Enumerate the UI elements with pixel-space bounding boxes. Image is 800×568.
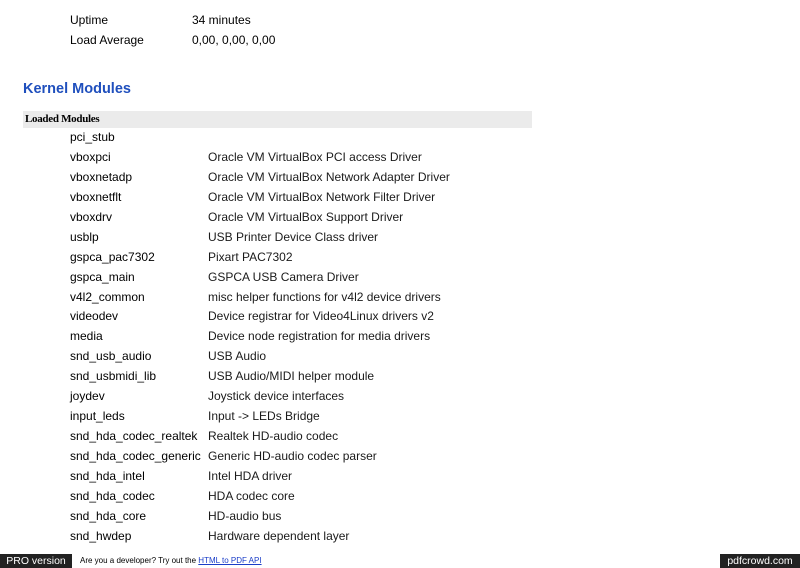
module-name: vboxnetadp [70, 169, 133, 184]
pdfcrowd-brand-badge[interactable]: pdfcrowd.com [720, 554, 800, 568]
module-row: input_leds Input -> LEDs Bridge [70, 407, 450, 427]
module-description: GSPCA USB Camera Driver [208, 269, 359, 284]
module-name: snd_hda_core [70, 508, 147, 523]
uptime-label: Uptime [70, 13, 109, 27]
modules-list: pci_stubvboxpci Oracle VM VirtualBox PCI … [70, 128, 450, 547]
module-row: snd_hda_intel Intel HDA driver [70, 467, 450, 487]
module-description: Hardware dependent layer [208, 528, 350, 543]
module-row: snd_hwdep Hardware dependent layer [70, 527, 450, 547]
module-row: snd_hda_codec_realtek Realtek HD-audio co… [70, 427, 450, 447]
html-to-pdf-api-link[interactable]: HTML to PDF API [198, 556, 261, 565]
module-name: snd_hda_codec_realtek [70, 429, 198, 444]
module-name: vboxdrv [70, 209, 113, 224]
module-name: snd_hda_codec_generic [70, 449, 201, 463]
module-description: Device node registration for media drive… [208, 329, 431, 344]
module-name: gspca_pac7302 [70, 249, 155, 264]
module-description: Joystick device interfaces [208, 389, 345, 404]
module-description: Realtek HD-audio codec [208, 429, 339, 444]
module-name: snd_hda_intel [70, 468, 145, 483]
module-row: snd_usbmidi_lib USB Audio/MIDI helper mod… [70, 367, 450, 387]
module-row: vboxpci Oracle VM VirtualBox PCI access D… [70, 148, 450, 168]
promo-text: Are you a developer? Try out the HTML to… [80, 554, 262, 568]
module-name: snd_usbmidi_lib [70, 369, 157, 384]
module-description: HD-audio bus [208, 508, 282, 523]
load-average-value: 0,00, 0,00, 0,00 [192, 33, 276, 47]
module-name: videodev [70, 309, 119, 324]
document-page: Uptime 34 minutes Load Average 0,00, 0,0… [0, 0, 800, 568]
module-row: snd_hda_codec HDA codec core [70, 487, 450, 507]
module-description: Generic HD-audio codec parser [208, 449, 377, 463]
module-description: Oracle VM VirtualBox Network Filter Driv… [208, 189, 436, 204]
module-row: videodev Device registrar for Video4Linux… [70, 307, 450, 327]
module-name: usblp [70, 229, 99, 244]
module-row: usblp USB Printer Device Class driver [70, 228, 450, 248]
module-row: v4l2_common misc helper functions for v4l… [70, 288, 450, 308]
module-name: input_leds [70, 409, 125, 424]
module-description: Oracle VM VirtualBox Network Adapter Dri… [208, 169, 450, 184]
module-name: v4l2_common [70, 289, 145, 304]
module-row: pci_stub [70, 128, 450, 148]
uptime-value: 34 minutes [192, 13, 251, 27]
module-description: misc helper functions for v4l2 device dr… [208, 289, 441, 304]
module-row: joydev Joystick device interfaces [70, 387, 450, 407]
module-row: vboxdrv Oracle VM VirtualBox Support Driv… [70, 208, 450, 228]
module-description: Oracle VM VirtualBox Support Driver [208, 209, 404, 224]
module-row: snd_hda_codec_generic Generic HD-audio co… [70, 447, 450, 467]
system-info-row: Uptime 34 minutes [70, 10, 275, 30]
module-name: snd_usb_audio [70, 349, 152, 364]
module-row: gspca_pac7302 Pixart PAC7302 [70, 248, 450, 268]
module-row: vboxnetflt Oracle VM VirtualBox Network F… [70, 188, 450, 208]
section-title-kernel-modules: Kernel Modules [23, 81, 131, 97]
module-description: USB Audio/MIDI helper module [208, 369, 375, 384]
module-description: Intel HDA driver [208, 468, 293, 483]
system-info-row: Load Average 0,00, 0,00, 0,00 [70, 30, 275, 50]
module-description: USB Printer Device Class driver [208, 229, 379, 244]
module-name: vboxnetflt [70, 189, 122, 204]
module-description: Device registrar for Video4Linux drivers… [208, 309, 434, 324]
footer-bar: PRO version Are you a developer? Try out… [0, 554, 800, 568]
module-description: Oracle VM VirtualBox PCI access Driver [208, 149, 422, 164]
module-description: HDA codec core [208, 488, 295, 503]
module-row: gspca_main GSPCA USB Camera Driver [70, 268, 450, 288]
module-description: Input -> LEDs Bridge [208, 409, 320, 424]
module-description: USB Audio [208, 349, 267, 364]
module-row: snd_hda_core HD-audio bus [70, 507, 450, 527]
pro-version-badge[interactable]: PRO version [0, 554, 72, 568]
module-name: snd_hda_codec [70, 488, 155, 503]
module-row: media Device node registration for media … [70, 327, 450, 347]
promo-message: Are you a developer? Try out the [80, 556, 199, 565]
module-name: joydev [70, 389, 105, 404]
module-row: snd_usb_audio USB Audio [70, 347, 450, 367]
loaded-modules-header: Loaded Modules [23, 111, 532, 128]
module-name: snd_hwdep [70, 528, 132, 543]
module-description: Pixart PAC7302 [208, 249, 293, 264]
load-average-label: Load Average [70, 33, 144, 47]
module-row: vboxnetadp Oracle VM VirtualBox Network A… [70, 168, 450, 188]
module-name: vboxpci [70, 149, 111, 164]
module-name: media [70, 329, 103, 344]
module-name: gspca_main [70, 269, 135, 284]
system-info-table: Uptime 34 minutes Load Average 0,00, 0,0… [70, 10, 275, 50]
module-name: pci_stub [70, 130, 115, 144]
